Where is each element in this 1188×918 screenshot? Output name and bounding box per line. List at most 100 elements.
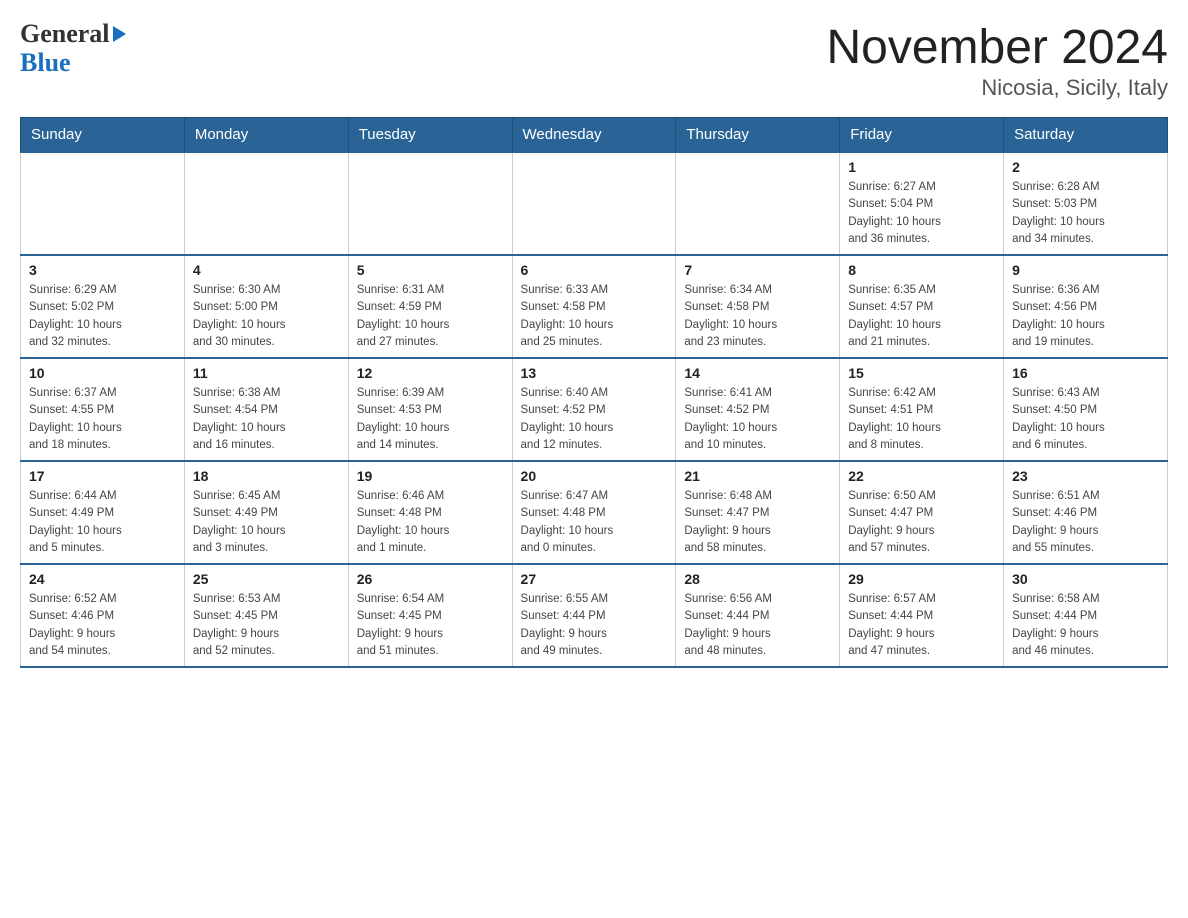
calendar-cell: 8Sunrise: 6:35 AM Sunset: 4:57 PM Daylig… [840,255,1004,358]
day-number: 13 [521,365,668,381]
calendar-week-row: 17 Sunrise: 6:44 AM Sunset: 4:49 PM Dayli… [21,461,1168,564]
calendar-cell: 22 Sunrise: 6:50 AM Sunset: 4:47 PM Dayli… [840,461,1004,564]
day-number: 22 [848,468,995,484]
day-number: 29 [848,571,995,587]
title-area: November 2024 Nicosia, Sicily, Italy [826,20,1168,101]
day-info: Sunrise: 6:51 AM Sunset: 4:46 PM Dayligh… [1012,488,1159,557]
calendar-cell: 18Sunrise: 6:45 AM Sunset: 4:49 PM Dayli… [184,461,348,564]
calendar-cell: 14Sunrise: 6:41 AM Sunset: 4:52 PM Dayli… [676,358,840,461]
calendar-cell: 15 Sunrise: 6:42 AM Sunset: 4:51 PM Dayli… [840,358,1004,461]
day-number: 24 [29,571,176,587]
day-number: 27 [521,571,668,587]
day-info: Sunrise: 6:40 AM Sunset: 4:52 PM Dayligh… [521,385,668,454]
calendar-cell: 11 Sunrise: 6:38 AM Sunset: 4:54 PM Dayli… [184,358,348,461]
calendar-cell [21,152,185,255]
calendar-cell [348,152,512,255]
day-info: Sunrise: 6:56 AM Sunset: 4:44 PM Dayligh… [684,591,831,660]
day-number: 5 [357,262,504,278]
calendar-cell: 19Sunrise: 6:46 AM Sunset: 4:48 PM Dayli… [348,461,512,564]
logo: General Blue [20,20,126,77]
calendar-cell: 17 Sunrise: 6:44 AM Sunset: 4:49 PM Dayli… [21,461,185,564]
calendar-week-row: 24 Sunrise: 6:52 AM Sunset: 4:46 PM Dayli… [21,564,1168,667]
calendar-cell: 30Sunrise: 6:58 AM Sunset: 4:44 PM Dayli… [1004,564,1168,667]
calendar-cell: 27 Sunrise: 6:55 AM Sunset: 4:44 PM Dayli… [512,564,676,667]
header-sunday: Sunday [21,118,185,153]
calendar-cell [512,152,676,255]
day-number: 1 [848,159,995,175]
calendar-cell: 25Sunrise: 6:53 AM Sunset: 4:45 PM Dayli… [184,564,348,667]
header-thursday: Thursday [676,118,840,153]
calendar-cell: 1 Sunrise: 6:27 AM Sunset: 5:04 PM Daylig… [840,152,1004,255]
day-info: Sunrise: 6:29 AM Sunset: 5:02 PM Dayligh… [29,282,176,351]
calendar-cell: 7Sunrise: 6:34 AM Sunset: 4:58 PM Daylig… [676,255,840,358]
calendar-cell: 10 Sunrise: 6:37 AM Sunset: 4:55 PM Dayli… [21,358,185,461]
day-info: Sunrise: 6:42 AM Sunset: 4:51 PM Dayligh… [848,385,995,454]
weekday-header-row: Sunday Monday Tuesday Wednesday Thursday… [21,118,1168,153]
header-wednesday: Wednesday [512,118,676,153]
calendar-cell: 9 Sunrise: 6:36 AM Sunset: 4:56 PM Daylig… [1004,255,1168,358]
day-number: 23 [1012,468,1159,484]
logo-line1: General [20,20,126,49]
day-number: 15 [848,365,995,381]
header: General Blue November 2024 Nicosia, Sici… [20,20,1168,101]
day-info: Sunrise: 6:36 AM Sunset: 4:56 PM Dayligh… [1012,282,1159,351]
day-number: 11 [193,365,340,381]
calendar-cell: 13 Sunrise: 6:40 AM Sunset: 4:52 PM Dayli… [512,358,676,461]
day-number: 19 [357,468,504,484]
day-info: Sunrise: 6:33 AM Sunset: 4:58 PM Dayligh… [521,282,668,351]
day-info: Sunrise: 6:28 AM Sunset: 5:03 PM Dayligh… [1012,179,1159,248]
day-info: Sunrise: 6:34 AM Sunset: 4:58 PM Dayligh… [684,282,831,351]
day-number: 16 [1012,365,1159,381]
logo-triangle-icon [113,26,126,42]
calendar-cell: 5 Sunrise: 6:31 AM Sunset: 4:59 PM Daylig… [348,255,512,358]
day-info: Sunrise: 6:48 AM Sunset: 4:47 PM Dayligh… [684,488,831,557]
day-info: Sunrise: 6:57 AM Sunset: 4:44 PM Dayligh… [848,591,995,660]
day-info: Sunrise: 6:50 AM Sunset: 4:47 PM Dayligh… [848,488,995,557]
day-number: 21 [684,468,831,484]
day-info: Sunrise: 6:38 AM Sunset: 4:54 PM Dayligh… [193,385,340,454]
day-info: Sunrise: 6:47 AM Sunset: 4:48 PM Dayligh… [521,488,668,557]
day-number: 25 [193,571,340,587]
day-info: Sunrise: 6:30 AM Sunset: 5:00 PM Dayligh… [193,282,340,351]
calendar-table: Sunday Monday Tuesday Wednesday Thursday… [20,117,1168,668]
day-info: Sunrise: 6:27 AM Sunset: 5:04 PM Dayligh… [848,179,995,248]
day-info: Sunrise: 6:58 AM Sunset: 4:44 PM Dayligh… [1012,591,1159,660]
calendar-cell: 23 Sunrise: 6:51 AM Sunset: 4:46 PM Dayli… [1004,461,1168,564]
day-number: 9 [1012,262,1159,278]
calendar-cell [676,152,840,255]
calendar-week-row: 1 Sunrise: 6:27 AM Sunset: 5:04 PM Daylig… [21,152,1168,255]
calendar-cell: 24 Sunrise: 6:52 AM Sunset: 4:46 PM Dayli… [21,564,185,667]
calendar-cell: 4 Sunrise: 6:30 AM Sunset: 5:00 PM Daylig… [184,255,348,358]
calendar-cell [184,152,348,255]
header-tuesday: Tuesday [348,118,512,153]
day-info: Sunrise: 6:44 AM Sunset: 4:49 PM Dayligh… [29,488,176,557]
calendar-week-row: 10 Sunrise: 6:37 AM Sunset: 4:55 PM Dayli… [21,358,1168,461]
day-number: 4 [193,262,340,278]
calendar-title: November 2024 [826,20,1168,75]
day-info: Sunrise: 6:54 AM Sunset: 4:45 PM Dayligh… [357,591,504,660]
header-friday: Friday [840,118,1004,153]
day-info: Sunrise: 6:55 AM Sunset: 4:44 PM Dayligh… [521,591,668,660]
calendar-week-row: 3 Sunrise: 6:29 AM Sunset: 5:02 PM Daylig… [21,255,1168,358]
calendar-cell: 29 Sunrise: 6:57 AM Sunset: 4:44 PM Dayli… [840,564,1004,667]
day-info: Sunrise: 6:31 AM Sunset: 4:59 PM Dayligh… [357,282,504,351]
calendar-subtitle: Nicosia, Sicily, Italy [826,75,1168,101]
day-number: 14 [684,365,831,381]
day-info: Sunrise: 6:52 AM Sunset: 4:46 PM Dayligh… [29,591,176,660]
day-number: 2 [1012,159,1159,175]
day-info: Sunrise: 6:35 AM Sunset: 4:57 PM Dayligh… [848,282,995,351]
day-number: 26 [357,571,504,587]
logo-line2: Blue [20,49,126,78]
day-number: 3 [29,262,176,278]
header-monday: Monday [184,118,348,153]
day-number: 6 [521,262,668,278]
day-info: Sunrise: 6:37 AM Sunset: 4:55 PM Dayligh… [29,385,176,454]
day-number: 20 [521,468,668,484]
day-info: Sunrise: 6:43 AM Sunset: 4:50 PM Dayligh… [1012,385,1159,454]
day-number: 10 [29,365,176,381]
day-number: 17 [29,468,176,484]
calendar-cell: 28Sunrise: 6:56 AM Sunset: 4:44 PM Dayli… [676,564,840,667]
day-number: 12 [357,365,504,381]
calendar-cell: 6 Sunrise: 6:33 AM Sunset: 4:58 PM Daylig… [512,255,676,358]
calendar-cell: 2 Sunrise: 6:28 AM Sunset: 5:03 PM Daylig… [1004,152,1168,255]
